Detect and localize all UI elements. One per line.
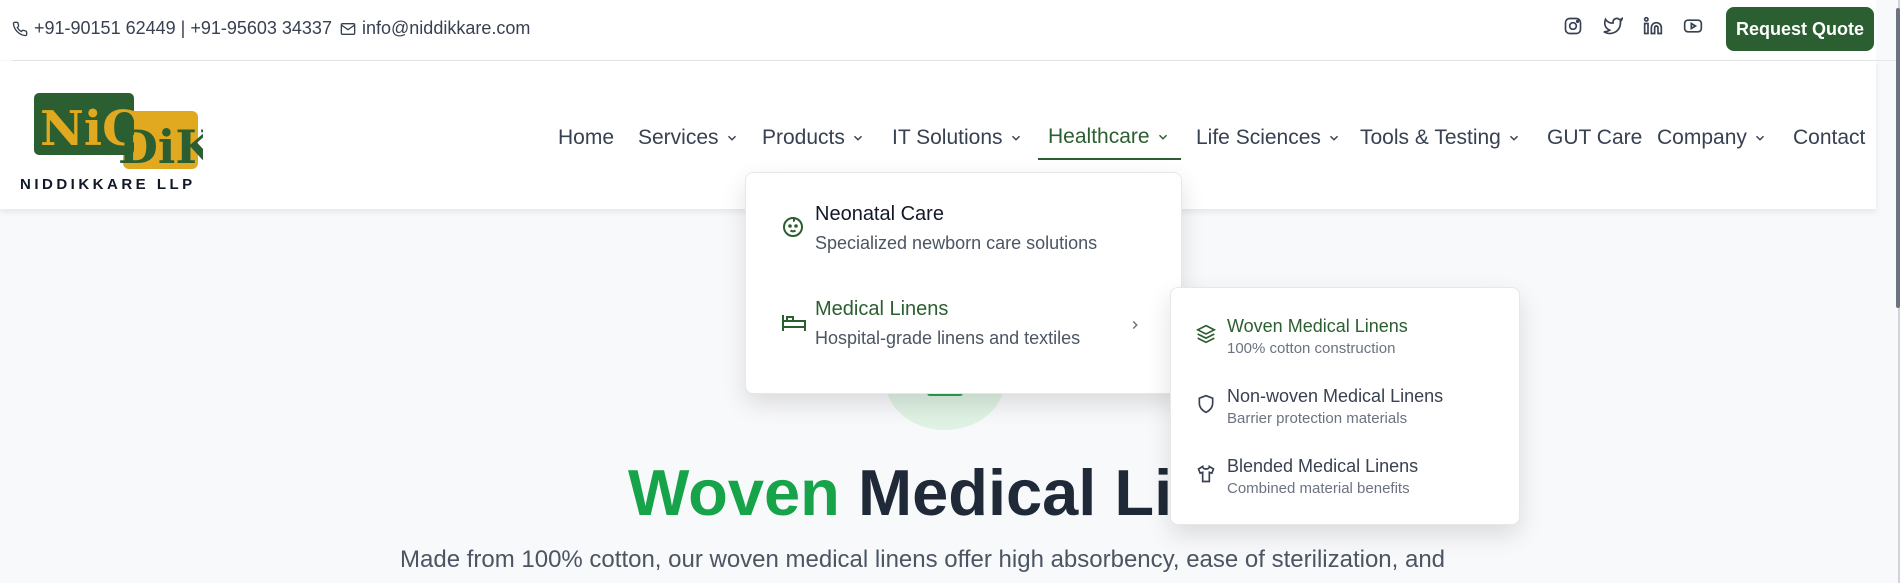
nav-it-label: IT Solutions bbox=[892, 126, 1003, 149]
nav-healthcare-label: Healthcare bbox=[1048, 125, 1150, 148]
request-quote-button[interactable]: Request Quote bbox=[1726, 7, 1874, 51]
nav-item-home[interactable]: Home bbox=[558, 126, 614, 150]
nav-life-label: Life Sciences bbox=[1196, 126, 1321, 149]
chevron-down-icon bbox=[1509, 135, 1518, 141]
nav-gut-label: GUT Care bbox=[1547, 126, 1643, 149]
email-contact[interactable]: info@niddikkare.com bbox=[340, 18, 530, 39]
twitter-icon[interactable] bbox=[1603, 16, 1623, 36]
nav-home-label: Home bbox=[558, 126, 615, 149]
youtube-icon[interactable] bbox=[1683, 16, 1703, 36]
submenu-item-title: Blended Medical Linens bbox=[1227, 456, 1419, 476]
submenu-item-desc: Combined material benefits bbox=[1227, 480, 1410, 497]
page-scrollbar-thumb[interactable] bbox=[1896, 8, 1900, 308]
chevron-down-icon bbox=[1158, 134, 1167, 140]
nav-contact-label: Contact bbox=[1793, 126, 1866, 149]
phone-text: +91-90151 62449 | +91-95603 34337 bbox=[34, 18, 332, 38]
submenu-item-desc: Barrier protection materials bbox=[1227, 410, 1408, 427]
nav-company-label: Company bbox=[1657, 126, 1747, 149]
logo-tagline: NIDDIKKARE LLP bbox=[20, 176, 196, 193]
logo[interactable]: NiC DiK NIDDIKKARE LLP bbox=[18, 89, 217, 199]
page-title: Woven Medical Line bbox=[628, 455, 1248, 530]
nav-item-contact[interactable]: Contact bbox=[1793, 126, 1865, 150]
healthcare-dropdown: Neonatal Care Specialized newborn care s… bbox=[745, 172, 1182, 394]
page-subtitle: Made from 100% cotton, our woven medical… bbox=[400, 546, 1446, 573]
chevron-down-icon bbox=[853, 135, 862, 141]
submenu-item-woven[interactable]: Woven Medical Linens 100% cotton constru… bbox=[1171, 316, 1519, 376]
submenu-item-non-woven[interactable]: Non-woven Medical Linens Barrier protect… bbox=[1171, 386, 1519, 446]
nav-item-gut-care[interactable]: GUT Care bbox=[1547, 126, 1642, 150]
nav-item-it-solutions[interactable]: IT Solutions bbox=[892, 126, 1023, 150]
shirt-icon bbox=[1196, 464, 1216, 489]
email-text: info@niddikkare.com bbox=[362, 18, 531, 38]
shield-icon bbox=[1196, 394, 1216, 419]
page-title-accent: Woven bbox=[628, 456, 840, 529]
nav-item-tools-testing[interactable]: Tools & Testing bbox=[1360, 126, 1521, 150]
submenu-item-title: Woven Medical Linens bbox=[1227, 316, 1408, 336]
medical-linens-submenu: Woven Medical Linens 100% cotton constru… bbox=[1170, 287, 1520, 525]
layers-icon bbox=[1195, 324, 1217, 349]
dropdown-item-title: Medical Linens bbox=[815, 298, 949, 320]
chevron-down-icon bbox=[1755, 135, 1764, 141]
submenu-item-title: Non-woven Medical Linens bbox=[1227, 386, 1444, 406]
nav-item-company[interactable]: Company bbox=[1657, 126, 1767, 150]
linkedin-icon[interactable] bbox=[1643, 16, 1663, 36]
dropdown-item-medical-linens[interactable]: Medical Linens Hospital-grade linens and… bbox=[746, 296, 1181, 366]
nav-products-label: Products bbox=[762, 126, 845, 149]
baby-icon bbox=[781, 215, 805, 244]
instagram-icon[interactable] bbox=[1563, 16, 1583, 36]
social-links bbox=[1563, 16, 1703, 36]
dropdown-item-title: Neonatal Care bbox=[815, 203, 944, 225]
chevron-right-icon bbox=[1132, 320, 1138, 330]
nav-item-life-sciences[interactable]: Life Sciences bbox=[1196, 126, 1341, 150]
nav-services-label: Services bbox=[638, 126, 719, 149]
chevron-down-icon bbox=[727, 135, 736, 141]
nav-item-healthcare[interactable]: Healthcare bbox=[1048, 125, 1170, 149]
logo-mark-right: DiK bbox=[118, 120, 203, 174]
mail-icon bbox=[340, 22, 356, 35]
bed-icon bbox=[781, 310, 807, 339]
phone-icon bbox=[12, 21, 28, 36]
dropdown-item-desc: Hospital-grade linens and textiles bbox=[815, 328, 1081, 348]
nav-tools-label: Tools & Testing bbox=[1360, 126, 1501, 149]
chevron-down-icon bbox=[1329, 135, 1338, 141]
dropdown-item-desc: Specialized newborn care solutions bbox=[815, 233, 1098, 253]
dropdown-item-neonatal-care[interactable]: Neonatal Care Specialized newborn care s… bbox=[746, 201, 1181, 271]
submenu-item-desc: 100% cotton construction bbox=[1227, 340, 1396, 357]
submenu-item-blended[interactable]: Blended Medical Linens Combined material… bbox=[1171, 456, 1519, 516]
top-bar: +91-90151 62449 | +91-95603 34337 info@n… bbox=[0, 0, 1876, 60]
active-nav-underline bbox=[1038, 158, 1181, 160]
nav-item-services[interactable]: Services bbox=[638, 126, 739, 150]
chevron-down-icon bbox=[1011, 135, 1020, 141]
phone-contact[interactable]: +91-90151 62449 | +91-95603 34337 bbox=[12, 18, 332, 39]
nav-item-products[interactable]: Products bbox=[762, 126, 865, 150]
